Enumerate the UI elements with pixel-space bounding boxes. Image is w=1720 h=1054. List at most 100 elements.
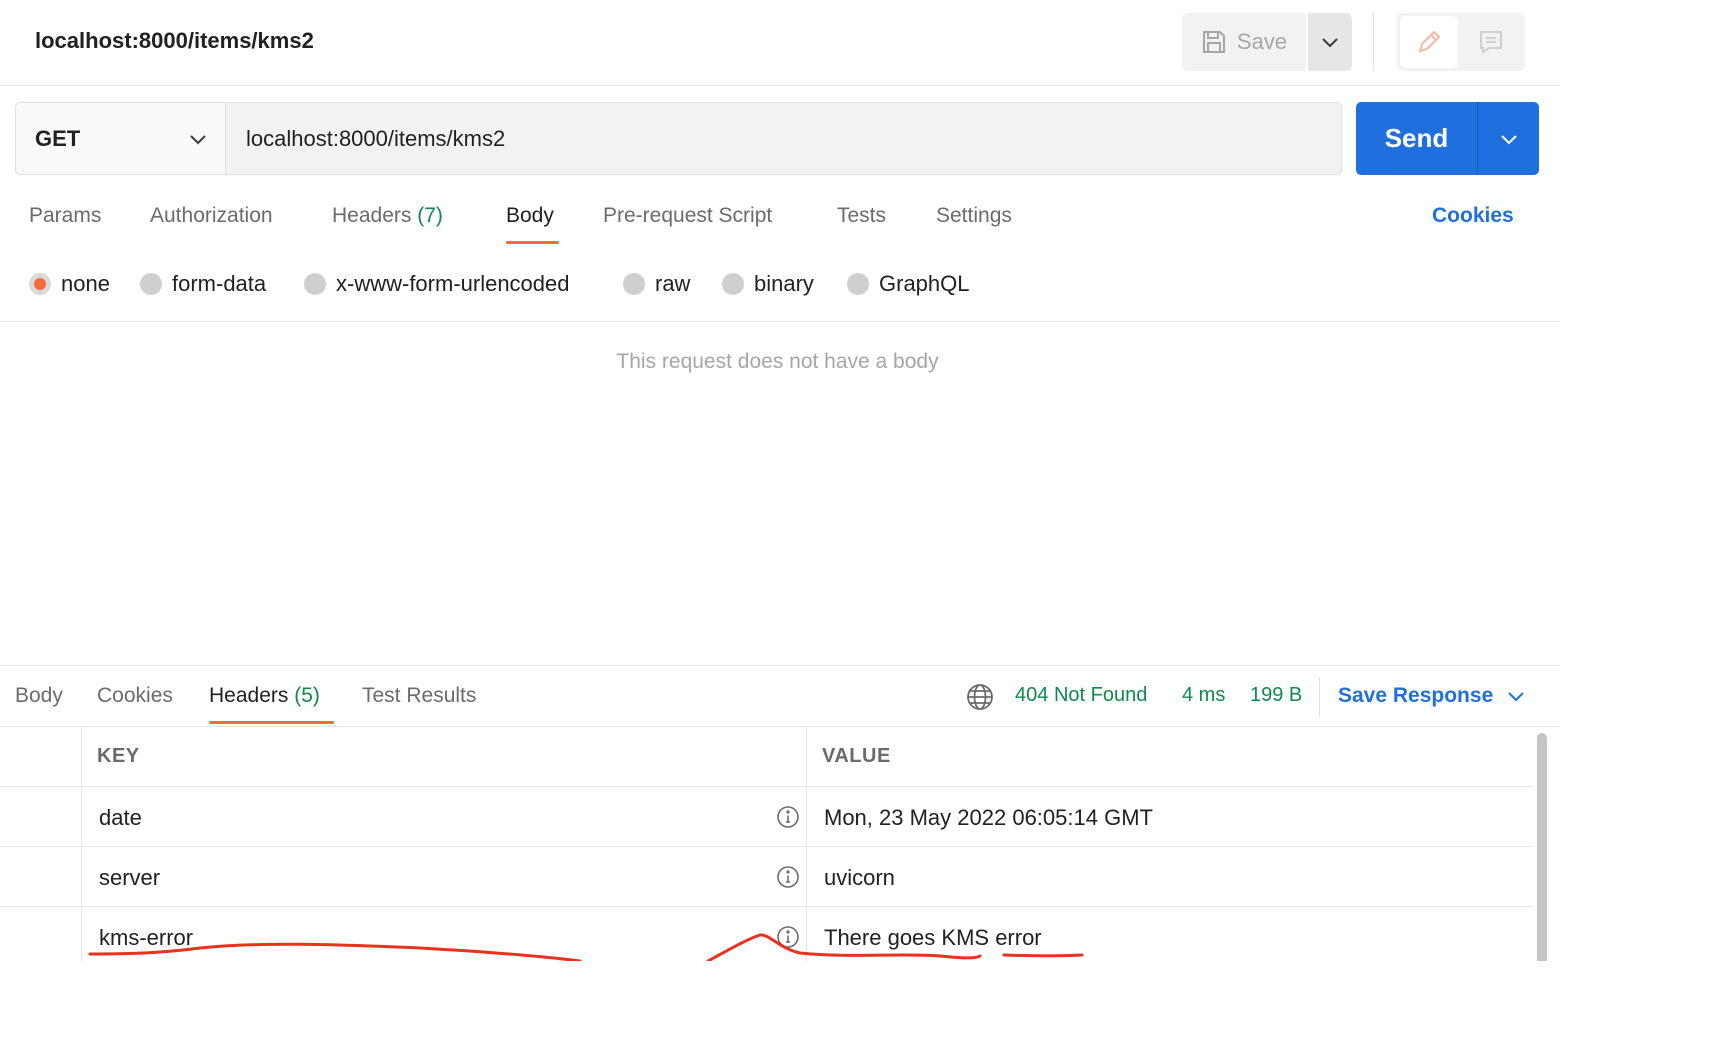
radio-none[interactable]: none	[29, 271, 110, 297]
header-divider	[1373, 13, 1374, 71]
status-text: Not Found	[1053, 684, 1148, 706]
response-tab-test-results[interactable]: Test Results	[362, 684, 476, 708]
tab-tests[interactable]: Tests	[837, 204, 886, 228]
header-key-cell[interactable]: kms-error	[81, 907, 807, 961]
tab-headers-label: Headers	[332, 204, 412, 227]
table-header-row: KEY VALUE	[0, 727, 1532, 787]
response-tab-cookies-label: Cookies	[97, 684, 173, 707]
url-input[interactable]	[226, 103, 1341, 174]
radio-icon	[722, 273, 744, 295]
radio-binary-label: binary	[754, 271, 814, 296]
method-label: GET	[35, 125, 81, 151]
radio-urlencoded[interactable]: x-www-form-urlencoded	[304, 271, 570, 297]
radio-raw-label: raw	[655, 271, 691, 296]
radio-graphql[interactable]: GraphQL	[847, 271, 970, 297]
header-key: date	[99, 805, 142, 830]
request-header-bar: localhost:8000/items/kms2 Save	[0, 0, 1560, 86]
header-value: Mon, 23 May 2022 06:05:14 GMT	[824, 805, 1153, 830]
status-code-display[interactable]: 404 Not Found	[1015, 684, 1147, 707]
url-bar: GET	[15, 102, 1342, 175]
tab-settings-label: Settings	[936, 204, 1012, 227]
radio-icon	[140, 273, 162, 295]
tab-settings[interactable]: Settings	[936, 204, 1012, 228]
edit-mode-button[interactable]	[1400, 16, 1458, 68]
radio-binary[interactable]: binary	[722, 271, 814, 297]
comments-button[interactable]	[1462, 16, 1520, 68]
send-button-group: Send	[1356, 102, 1539, 175]
response-tab-cookies[interactable]: Cookies	[97, 684, 173, 708]
pencil-icon	[1418, 30, 1441, 53]
header-key: kms-error	[99, 925, 194, 950]
response-size[interactable]: 199 B	[1250, 684, 1302, 707]
key-column-header: KEY	[81, 727, 807, 786]
header-key: server	[99, 865, 161, 890]
save-button[interactable]: Save	[1182, 13, 1306, 71]
response-tab-body[interactable]: Body	[15, 684, 63, 708]
response-tab-headers-label: Headers	[209, 684, 289, 707]
empty-body-message: This request does not have a body	[616, 350, 939, 373]
chevron-down-icon	[1500, 134, 1517, 144]
radio-form-data[interactable]: form-data	[140, 271, 266, 297]
value-header-label: VALUE	[822, 745, 891, 767]
save-button-group: Save	[1182, 13, 1352, 71]
header-key-cell[interactable]: server	[81, 847, 807, 906]
response-tabs: Body Cookies Headers (5) Test Results 40…	[0, 677, 1560, 728]
active-tab-indicator	[506, 241, 559, 244]
tab-params-label: Params	[29, 204, 102, 227]
status-code: 404	[1015, 684, 1049, 706]
response-headers-table: KEY VALUE date Mon, 23 May 2022 06:05:14…	[0, 727, 1532, 961]
tab-body-label: Body	[506, 204, 554, 227]
value-column-header: VALUE	[807, 727, 1532, 786]
chevron-down-icon	[1508, 692, 1524, 702]
header-value-cell[interactable]: Mon, 23 May 2022 06:05:14 GMT	[807, 787, 1532, 846]
request-tabs: Params Authorization Headers (7) Body Pr…	[0, 196, 1560, 250]
header-key-cell[interactable]: date	[81, 787, 807, 846]
info-icon[interactable]	[776, 925, 800, 949]
radio-icon	[623, 273, 645, 295]
tab-headers[interactable]: Headers (7)	[332, 204, 443, 228]
radio-form-data-label: form-data	[172, 271, 267, 296]
chevron-down-icon	[190, 134, 206, 144]
body-type-radio-group: none form-data x-www-form-urlencoded raw…	[0, 266, 1560, 306]
info-icon[interactable]	[776, 865, 800, 889]
save-response-button[interactable]: Save Response	[1338, 684, 1525, 708]
save-options-button[interactable]	[1308, 13, 1352, 71]
radio-urlencoded-label: x-www-form-urlencoded	[336, 271, 570, 296]
divider	[0, 321, 1560, 322]
postman-request-view: localhost:8000/items/kms2 Save GET local…	[0, 0, 1560, 961]
send-options-button[interactable]	[1478, 102, 1539, 175]
scrollbar-thumb[interactable]	[1537, 733, 1547, 961]
header-value: uvicorn	[824, 865, 895, 890]
comment-icon	[1480, 31, 1502, 54]
chevron-down-icon	[1322, 38, 1338, 48]
response-divider[interactable]	[0, 665, 1560, 666]
view-mode-toggle	[1397, 13, 1525, 71]
meta-divider	[1319, 677, 1320, 717]
save-button-label: Save	[1236, 29, 1288, 54]
table-row: kms-error There goes KMS error	[0, 907, 1532, 961]
header-value: There goes KMS error	[824, 925, 1042, 950]
cookies-link[interactable]: Cookies	[1432, 204, 1514, 228]
request-title[interactable]: localhost:8000/items/kms2	[35, 28, 314, 54]
globe-icon[interactable]	[966, 683, 994, 711]
radio-icon	[847, 273, 869, 295]
method-select[interactable]: GET	[16, 103, 226, 174]
radio-selected-icon	[29, 273, 51, 295]
tab-authorization[interactable]: Authorization	[150, 204, 273, 228]
tab-params[interactable]: Params	[29, 204, 101, 228]
header-value-cell[interactable]: There goes KMS error	[807, 907, 1532, 961]
send-button[interactable]: Send	[1356, 102, 1478, 175]
radio-icon	[304, 273, 326, 295]
radio-none-label: none	[61, 271, 110, 296]
tab-prerequest-script[interactable]: Pre-request Script	[603, 204, 772, 228]
tab-prerequest-label: Pre-request Script	[603, 204, 773, 227]
header-value-cell[interactable]: uvicorn	[807, 847, 1532, 906]
key-header-label: KEY	[97, 745, 140, 767]
radio-raw[interactable]: raw	[623, 271, 690, 297]
save-response-label: Save Response	[1338, 684, 1494, 707]
response-tab-body-label: Body	[15, 684, 63, 707]
info-icon[interactable]	[776, 805, 800, 829]
response-time[interactable]: 4 ms	[1182, 684, 1225, 707]
tab-body[interactable]: Body	[506, 204, 554, 228]
response-tab-headers[interactable]: Headers (5)	[209, 684, 320, 708]
